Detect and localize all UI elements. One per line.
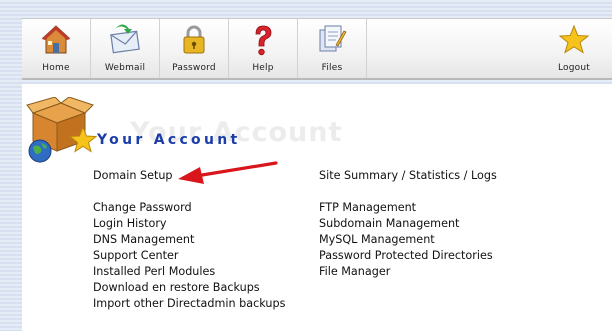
change-password-link[interactable]: Change Password [93, 201, 192, 214]
mysql-management-link[interactable]: MySQL Management [319, 233, 435, 246]
file-manager-link[interactable]: File Manager [319, 265, 390, 278]
logout-label: Logout [557, 63, 590, 73]
password-button[interactable]: Password [160, 19, 229, 78]
download-restore-backups-link[interactable]: Download en restore Backups [93, 281, 260, 294]
installed-perl-modules-link[interactable]: Installed Perl Modules [93, 265, 215, 278]
star-icon [558, 24, 590, 54]
webmail-button[interactable]: Webmail [91, 19, 160, 78]
support-center-link[interactable]: Support Center [93, 249, 178, 262]
section-title: Your Account [97, 132, 241, 148]
home-label: Home [42, 63, 70, 73]
domain-setup-link[interactable]: Domain Setup [93, 169, 173, 182]
question-mark-icon [255, 25, 272, 56]
help-button[interactable]: Help [229, 19, 298, 78]
house-icon [41, 25, 71, 54]
dns-management-link[interactable]: DNS Management [93, 233, 194, 246]
subdomain-management-link[interactable]: Subdomain Management [319, 217, 459, 230]
main-toolbar: Home Webmail Password Help Files Logout [22, 18, 612, 80]
password-label: Password [172, 63, 216, 73]
home-button[interactable]: Home [22, 19, 91, 78]
login-history-link[interactable]: Login History [93, 217, 167, 230]
padlock-icon [183, 25, 205, 54]
mail-icon [110, 24, 140, 54]
import-directadmin-backups-link[interactable]: Import other Directadmin backups [93, 297, 285, 310]
toolbar-top-strip [22, 0, 612, 18]
red-arrow-annotation [178, 161, 278, 184]
logout-button[interactable]: Logout [536, 19, 612, 78]
ftp-management-link[interactable]: FTP Management [319, 201, 416, 214]
password-protected-directories-link[interactable]: Password Protected Directories [319, 249, 493, 262]
files-icon [319, 25, 347, 52]
files-button[interactable]: Files [298, 19, 367, 78]
webmail-label: Webmail [104, 63, 146, 73]
site-summary-link[interactable]: Site Summary / Statistics / Logs [319, 169, 497, 182]
files-label: Files [321, 63, 343, 73]
help-label: Help [252, 63, 274, 73]
account-box-icon [26, 97, 98, 163]
